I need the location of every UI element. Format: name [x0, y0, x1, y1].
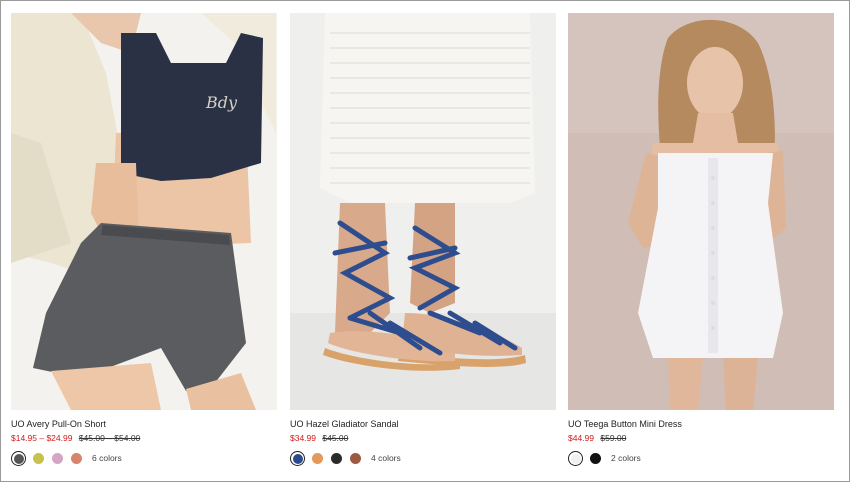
color-swatches: 6 colors [11, 450, 277, 466]
sale-price: $34.99 [290, 433, 316, 443]
svg-text:Bdy: Bdy [205, 93, 238, 112]
colors-count[interactable]: 2 colors [611, 453, 641, 463]
product-image-shorts[interactable]: Bdy [11, 13, 277, 410]
product-name[interactable]: UO Hazel Gladiator Sandal [290, 418, 556, 430]
sale-price: $14.95 – $24.99 [11, 433, 73, 443]
product-image-dress[interactable] [568, 13, 834, 410]
color-swatch[interactable] [331, 452, 342, 464]
product-name[interactable]: UO Avery Pull-On Short [11, 418, 277, 430]
product-card[interactable]: UO Hazel Gladiator Sandal $34.99 $45.00 … [290, 13, 556, 466]
colors-count[interactable]: 6 colors [92, 453, 122, 463]
original-price: $45.00 – $54.00 [78, 433, 141, 443]
product-card[interactable]: UO Teega Button Mini Dress $44.99 $59.00… [568, 13, 834, 466]
product-name[interactable]: UO Teega Button Mini Dress [568, 418, 834, 430]
color-swatch[interactable] [350, 452, 361, 464]
product-price: $44.99 $59.00 [568, 433, 834, 444]
color-swatch[interactable] [52, 452, 63, 464]
sale-price: $44.99 [568, 433, 594, 443]
color-swatch[interactable] [33, 452, 44, 464]
product-card[interactable]: Bdy UO Avery Pull-On Short $14.95 – $24.… [11, 13, 277, 466]
product-photo-sandal [290, 13, 556, 410]
color-swatch[interactable] [71, 452, 82, 464]
product-price: $14.95 – $24.99 $45.00 – $54.00 [11, 433, 277, 444]
product-photo-shorts: Bdy [11, 13, 277, 410]
product-grid: Bdy UO Avery Pull-On Short $14.95 – $24.… [0, 0, 850, 482]
color-swatch-selected[interactable] [568, 450, 583, 466]
color-swatch[interactable] [590, 452, 601, 464]
color-swatches: 2 colors [568, 450, 834, 466]
color-swatch-selected[interactable] [11, 450, 26, 466]
product-price: $34.99 $45.00 [290, 433, 556, 444]
color-swatch[interactable] [312, 452, 323, 464]
original-price: $45.00 [322, 433, 349, 443]
original-price: $59.00 [600, 433, 627, 443]
product-image-sandal[interactable] [290, 13, 556, 410]
color-swatches: 4 colors [290, 450, 556, 466]
color-swatch-selected[interactable] [290, 450, 305, 466]
colors-count[interactable]: 4 colors [371, 453, 401, 463]
product-photo-dress [568, 13, 834, 410]
